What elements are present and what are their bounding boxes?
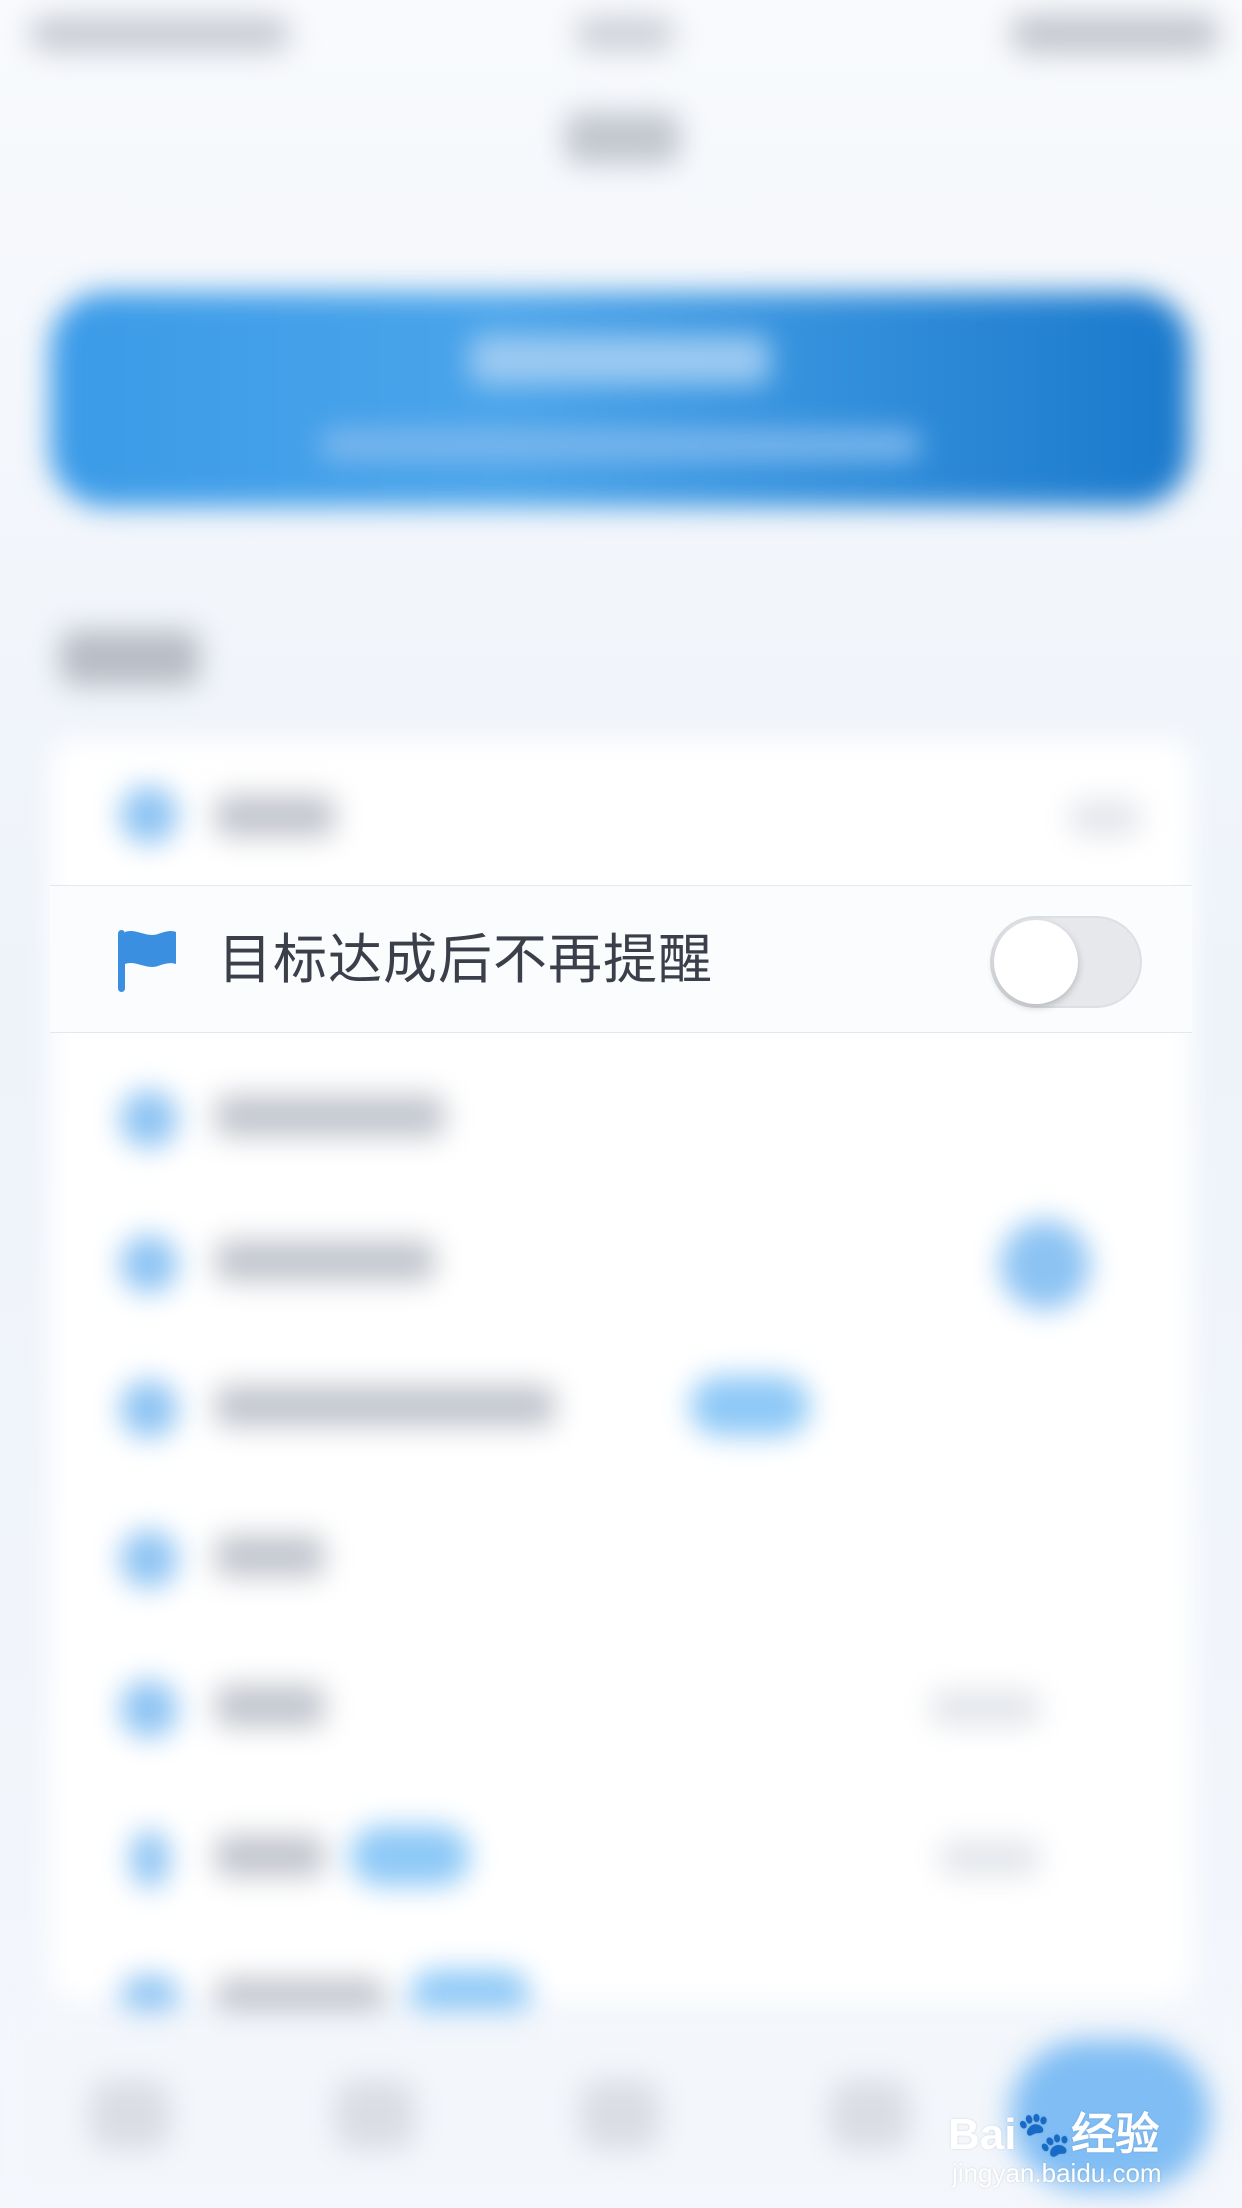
- row-icon: [120, 1530, 178, 1588]
- promo-banner[interactable]: [50, 292, 1190, 507]
- row-right: [940, 1840, 1040, 1876]
- row-icon: [120, 1380, 178, 1438]
- row-icon: [120, 1090, 178, 1148]
- row-text: [215, 1685, 325, 1727]
- row-right: [1070, 800, 1140, 836]
- section-header: [60, 630, 200, 686]
- row-text: [215, 1385, 555, 1427]
- toggle-knob: [994, 920, 1078, 1004]
- watermark-url: jingyan.baidu.com: [952, 2158, 1162, 2188]
- tab-item[interactable]: [830, 2080, 910, 2150]
- blurred-background: [0, 0, 1242, 2208]
- baidu-jingyan-watermark: Bai🐾经验 jingyan.baidu.com: [948, 2098, 1228, 2198]
- tab-item[interactable]: [335, 2080, 415, 2150]
- tab-item[interactable]: [580, 2080, 660, 2150]
- promo-banner-subtitle: [320, 430, 920, 460]
- row-badge: [690, 1376, 810, 1436]
- flag-icon: [116, 928, 178, 994]
- tab-item[interactable]: [90, 2080, 170, 2150]
- row-text: [215, 1095, 445, 1137]
- row-text: [215, 1240, 435, 1282]
- settings-row-label: 目标达成后不再提醒: [218, 928, 713, 991]
- row-text: [215, 1535, 325, 1577]
- row-badge: [350, 1826, 470, 1886]
- row-icon: [120, 1975, 180, 2015]
- settings-screen: 目标达成后不再提醒 Bai🐾经验 jingyan.baidu.com: [0, 0, 1242, 2208]
- status-bar-time: [575, 16, 675, 52]
- nav-title: [565, 112, 680, 164]
- row-icon: [120, 1680, 178, 1738]
- status-bar-left: [30, 16, 290, 52]
- row-right: [930, 1690, 1040, 1726]
- status-bar-right: [1010, 14, 1220, 54]
- row-icon: [120, 786, 178, 844]
- goal-reminder-toggle[interactable]: [990, 916, 1142, 1008]
- watermark-logo: Bai🐾经验: [948, 2110, 1160, 2159]
- row-text: [215, 795, 335, 837]
- row-text: [215, 1835, 325, 1877]
- row-icon: [120, 1235, 178, 1293]
- promo-banner-title: [470, 335, 770, 385]
- row-icon: [130, 1830, 170, 1888]
- row-toggle-on[interactable]: [1000, 1220, 1090, 1310]
- settings-row-goal-reminder[interactable]: 目标达成后不再提醒: [50, 885, 1192, 1033]
